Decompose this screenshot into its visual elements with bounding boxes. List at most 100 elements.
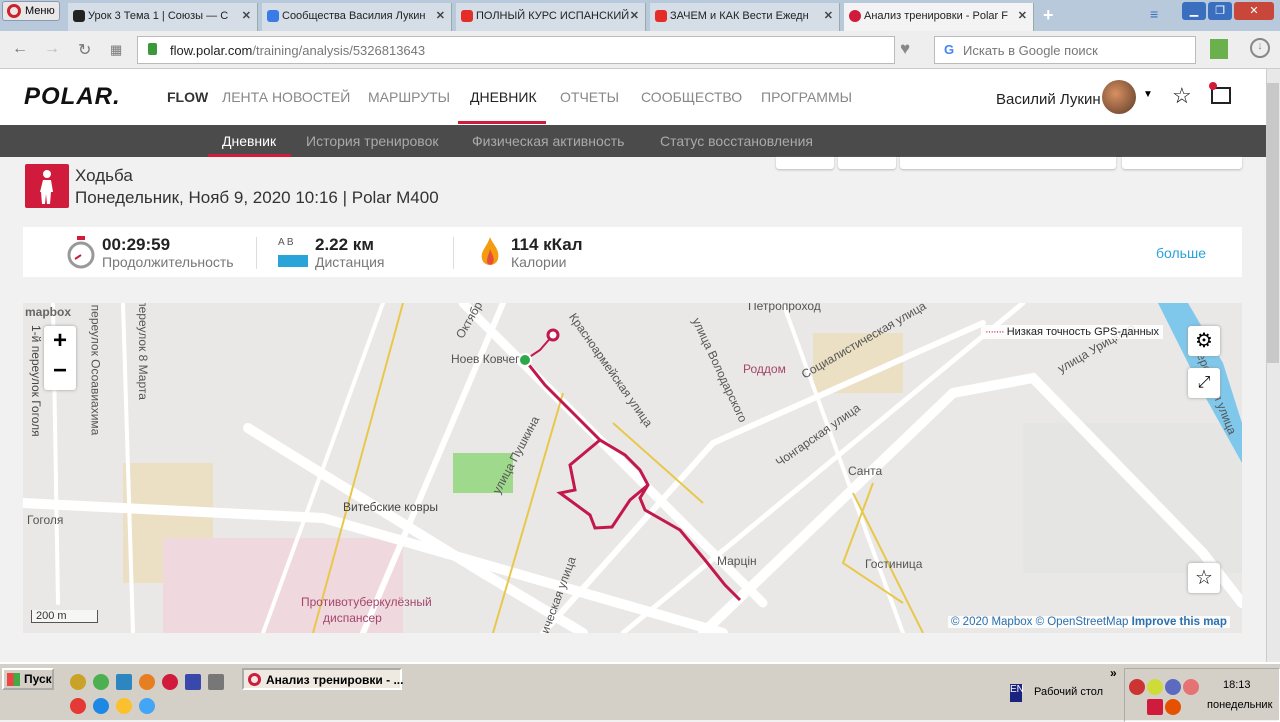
close-tab-icon[interactable]: ✕ bbox=[1018, 9, 1027, 22]
minimize-button[interactable]: ▁ bbox=[1182, 2, 1206, 20]
avatar[interactable] bbox=[1102, 80, 1136, 114]
subnav-training-history[interactable]: История тренировок bbox=[306, 133, 438, 149]
close-tab-icon[interactable]: ✕ bbox=[824, 9, 833, 22]
reload-icon[interactable]: ↻ bbox=[78, 40, 91, 60]
nav-news-feed[interactable]: ЛЕНТА НОВОСТЕЙ bbox=[222, 89, 350, 105]
ie-icon[interactable] bbox=[93, 698, 109, 714]
favorite-route-button[interactable]: ☆ bbox=[1188, 563, 1220, 593]
nav-routes[interactable]: МАРШРУТЫ bbox=[368, 89, 450, 105]
quicklaunch-icon[interactable] bbox=[70, 674, 86, 690]
zoom-out-button[interactable]: − bbox=[44, 356, 76, 386]
firefox-icon[interactable] bbox=[139, 674, 155, 690]
new-tab-button[interactable]: + bbox=[1043, 5, 1054, 26]
search-input[interactable]: G Искать в Google поиск bbox=[934, 36, 1196, 64]
user-name[interactable]: Василий Лукин bbox=[996, 91, 1101, 108]
toolbar-button[interactable] bbox=[1122, 157, 1242, 169]
more-link[interactable]: больше bbox=[1156, 245, 1206, 261]
scrollbar-thumb[interactable] bbox=[1267, 83, 1279, 363]
chrome-icon[interactable] bbox=[93, 674, 109, 690]
heart-icon[interactable]: ♥ bbox=[900, 39, 910, 59]
maximize-button[interactable]: ❐ bbox=[1208, 2, 1232, 20]
google-icon: G bbox=[944, 42, 955, 57]
route-loop bbox=[556, 438, 649, 530]
browser-tab-active[interactable]: Анализ тренировки - Polar F ✕ bbox=[844, 3, 1034, 31]
ruler-icon bbox=[278, 255, 308, 267]
window-icon[interactable] bbox=[208, 674, 224, 690]
back-icon[interactable]: ← bbox=[12, 40, 28, 58]
close-tab-icon[interactable]: ✕ bbox=[630, 9, 639, 22]
taskbar-window-button[interactable]: Анализ тренировки - ... bbox=[242, 668, 403, 690]
map-label: 1-й переулок Гоголя bbox=[29, 325, 43, 437]
youtube-icon bbox=[461, 10, 473, 22]
map-label: диспансер bbox=[323, 611, 382, 625]
tray-icon[interactable] bbox=[1129, 679, 1145, 695]
calories-value: 114 кКал bbox=[511, 235, 583, 254]
distance-label: Дистанция bbox=[315, 254, 385, 270]
polar-flowsync-icon[interactable] bbox=[1147, 699, 1163, 715]
tray-icon[interactable] bbox=[1165, 679, 1181, 695]
browser-tab-bar: Меню Урок 3 Тема 1 | Союзы — С ✕ Сообщест… bbox=[0, 0, 1280, 31]
media-player-icon[interactable] bbox=[116, 698, 132, 714]
tab-menu-icon[interactable]: ≡ bbox=[1150, 6, 1158, 22]
desktop-toolbar[interactable]: Рабочий стол bbox=[1034, 686, 1103, 698]
mapbox-logo[interactable]: mapbox bbox=[25, 305, 71, 319]
url-input[interactable]: flow.polar.com/training/analysis/5326813… bbox=[137, 36, 895, 64]
star-icon[interactable]: ☆ bbox=[1172, 83, 1192, 109]
speed-dial-icon[interactable]: ▦ bbox=[110, 42, 122, 58]
star-icon: ☆ bbox=[1195, 567, 1213, 589]
clock-time[interactable]: 18:13 bbox=[1223, 679, 1251, 691]
browser-tab[interactable]: ЗАЧЕМ и КАК Вести Ежедн ✕ bbox=[650, 3, 840, 31]
language-indicator[interactable]: EN bbox=[1010, 684, 1024, 702]
dotted-line-icon: ······· bbox=[985, 326, 1005, 338]
chevron-down-icon[interactable]: ▼ bbox=[1143, 89, 1153, 100]
shield-icon[interactable] bbox=[1183, 679, 1199, 695]
nav-community[interactable]: СООБЩЕСТВО bbox=[641, 89, 742, 105]
tray-icon[interactable] bbox=[1147, 679, 1163, 695]
lock-icon bbox=[148, 43, 157, 55]
close-tab-icon[interactable]: ✕ bbox=[436, 9, 445, 22]
app-icon[interactable] bbox=[139, 698, 155, 714]
polar-logo[interactable]: POLAR. bbox=[24, 83, 121, 111]
notification-badge bbox=[1209, 82, 1217, 90]
windows-taskbar: Пуск Анализ тренировки - ... EN Рабочий … bbox=[0, 662, 1280, 722]
map-attribution: © 2020 Mapbox © OpenStreetMap Improve th… bbox=[948, 616, 1230, 628]
zoom-in-button[interactable]: + bbox=[44, 326, 76, 356]
yandex-icon[interactable] bbox=[70, 698, 86, 714]
chevron-right-icon[interactable]: » bbox=[1110, 666, 1117, 680]
save-icon[interactable] bbox=[185, 674, 201, 690]
route-map[interactable]: mapbox + − Ноев Ковчег Витебские ковры Пр… bbox=[23, 303, 1242, 633]
subnav-activity[interactable]: Физическая активность bbox=[472, 133, 624, 149]
nav-reports[interactable]: ОТЧЕТЫ bbox=[560, 89, 619, 105]
toolbar-button[interactable] bbox=[838, 157, 896, 169]
calories-label: Калории bbox=[511, 254, 567, 270]
forward-icon[interactable]: → bbox=[44, 40, 60, 58]
opera-menu-button[interactable]: Меню bbox=[2, 1, 60, 21]
downloads-icon[interactable]: ↓ bbox=[1250, 38, 1270, 58]
nav-diary[interactable]: ДНЕВНИК bbox=[470, 89, 537, 105]
browser-tab[interactable]: ПОЛНЫЙ КУРС ИСПАНСКИЙ ✕ bbox=[456, 3, 646, 31]
close-window-button[interactable]: ✕ bbox=[1234, 2, 1274, 20]
toolbar-button[interactable] bbox=[900, 157, 1116, 169]
fullscreen-button[interactable]: ⤢ bbox=[1188, 368, 1220, 398]
browser-tab[interactable]: Урок 3 Тема 1 | Союзы — С ✕ bbox=[68, 3, 258, 31]
walking-icon bbox=[25, 164, 69, 208]
map-label: переулок 8 Марта bbox=[135, 303, 150, 400]
windows-logo-icon bbox=[7, 673, 20, 686]
browser-tab[interactable]: Сообщества Василия Лукин ✕ bbox=[262, 3, 452, 31]
map-label: Роддом bbox=[743, 362, 786, 376]
subnav-diary[interactable]: Дневник bbox=[222, 133, 276, 149]
subnav-recovery[interactable]: Статус восстановления bbox=[660, 133, 813, 149]
home-icon[interactable] bbox=[116, 674, 132, 690]
map-label: Санта bbox=[848, 464, 883, 478]
start-button[interactable]: Пуск bbox=[2, 668, 54, 690]
close-tab-icon[interactable]: ✕ bbox=[242, 9, 251, 22]
gps-legend: ······· Низкая точность GPS-данных bbox=[981, 325, 1164, 339]
opera-icon[interactable] bbox=[162, 674, 178, 690]
map-label: Петропроход bbox=[748, 303, 821, 313]
tray-icon[interactable] bbox=[1165, 699, 1181, 715]
toolbar-button[interactable] bbox=[776, 157, 834, 169]
nav-programs[interactable]: ПРОГРАММЫ bbox=[761, 89, 852, 105]
download-extension-icon[interactable] bbox=[1210, 39, 1228, 59]
divider bbox=[453, 237, 454, 269]
map-settings-button[interactable]: ⚙ bbox=[1188, 326, 1220, 356]
